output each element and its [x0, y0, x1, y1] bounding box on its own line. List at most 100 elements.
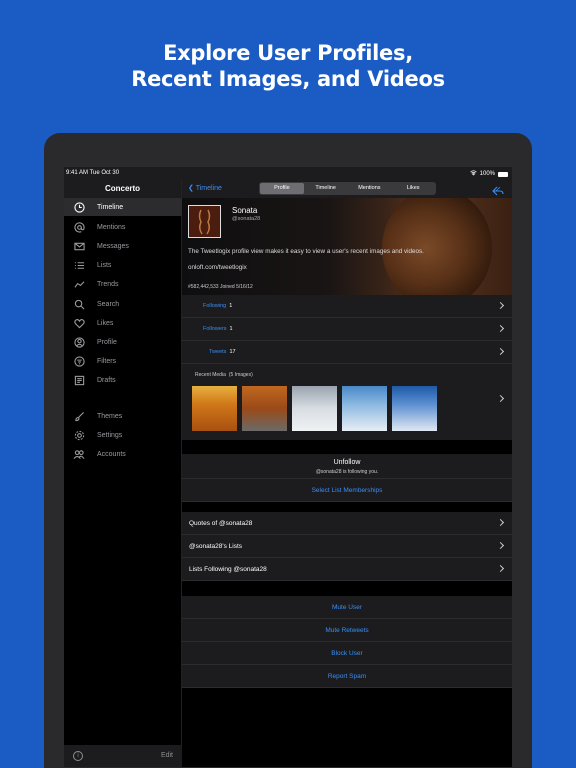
person-icon [73, 336, 85, 348]
clock-icon [73, 201, 85, 213]
sidebar-item-label: Filters [97, 357, 117, 365]
chevron-right-icon [496, 541, 505, 550]
mute-user-label: Mute User [332, 604, 362, 611]
tweets-row[interactable]: Tweets 17 [182, 341, 512, 364]
media-thumbnail[interactable] [342, 386, 387, 431]
sidebar-item-settings[interactable]: Settings [64, 426, 182, 444]
chevron-right-icon [496, 564, 505, 573]
sidebar-item-label: Trends [97, 280, 119, 288]
sidebar-item-likes[interactable]: Likes [64, 314, 182, 332]
segment-likes[interactable]: Likes [391, 183, 435, 194]
edit-button[interactable]: Edit [161, 752, 173, 759]
recent-media-title: Recent Media [195, 372, 226, 378]
at-icon [73, 221, 85, 233]
chevron-right-icon [496, 518, 505, 527]
headline-line-2: Recent Images, and Videos [131, 67, 445, 91]
sidebar-item-trends[interactable]: Trends [64, 275, 182, 293]
drafts-icon [73, 374, 85, 386]
select-list-memberships-button[interactable]: Select List Memberships [182, 479, 512, 502]
media-thumbnail[interactable] [242, 386, 287, 431]
chevron-left-icon: ❮ [188, 185, 194, 192]
sidebar-item-mentions[interactable]: Mentions [64, 218, 182, 236]
report-spam-button[interactable]: Report Spam [182, 665, 512, 688]
stat-label: Followers [203, 326, 227, 332]
profile-name: Sonata [232, 206, 258, 215]
row-label: Quotes of @sonata28 [189, 520, 253, 527]
following-row[interactable]: Following 1 [182, 295, 512, 318]
segment-mentions[interactable]: Mentions [348, 183, 392, 194]
block-user-button[interactable]: Block User [182, 642, 512, 665]
sidebar-item-label: Themes [97, 412, 123, 420]
stat-label: Following [203, 303, 227, 309]
segment-profile[interactable]: Profile [260, 183, 304, 194]
segment-timeline[interactable]: Timeline [304, 183, 348, 194]
block-user-label: Block User [331, 650, 363, 657]
sidebar-item-label: Accounts [97, 450, 126, 458]
profile-view: ❮ Timeline Profile Timeline Mentions Lik… [182, 179, 512, 767]
unfollow-label: Unfollow [333, 459, 361, 466]
accounts-icon [73, 448, 85, 460]
lists-section: Quotes of @sonata28 @sonata28's Lists Li… [182, 512, 512, 581]
sidebar-item-accounts[interactable]: Accounts [64, 445, 182, 463]
lists-following-row[interactable]: Lists Following @sonata28 [182, 558, 512, 581]
sidebar-item-label: Settings [97, 431, 123, 439]
search-icon [73, 298, 85, 310]
sidebar-item-label: Lists [97, 261, 112, 269]
battery-icon [498, 171, 508, 177]
sidebar-item-label: Mentions [97, 223, 126, 231]
chevron-right-icon [496, 394, 505, 403]
mute-retweets-label: Mute Retweets [325, 627, 369, 634]
profile-link[interactable]: onloft.com/tweetlogix [188, 264, 247, 271]
back-button-label: Timeline [195, 185, 222, 192]
info-icon[interactable]: i [73, 751, 83, 761]
chevron-right-icon [496, 324, 505, 333]
profile-handle: @sonata28 [232, 216, 261, 222]
ipad-frame: 9:41 AM Tue Oct 30 100% Concerto Timelin… [44, 133, 532, 768]
followers-row[interactable]: Followers 1 [182, 318, 512, 341]
quotes-row[interactable]: Quotes of @sonata28 [182, 512, 512, 535]
sidebar-item-label: Likes [97, 319, 114, 327]
sidebar: Concerto Timeline Mentions Messages List… [64, 179, 182, 767]
trend-icon [73, 278, 85, 290]
follows-you-note: @sonata28 is following you. [315, 469, 379, 475]
gear-icon [73, 429, 85, 441]
sidebar-item-drafts[interactable]: Drafts [64, 371, 182, 389]
stat-value: 1 [229, 303, 233, 309]
banner-image [382, 198, 492, 295]
sidebar-item-label: Drafts [97, 376, 116, 384]
back-button[interactable]: ❮ Timeline [188, 184, 222, 192]
status-bar: 9:41 AM Tue Oct 30 100% [64, 167, 512, 179]
sidebar-footer: i Edit [64, 745, 182, 767]
list-icon [73, 259, 85, 271]
heart-icon [73, 317, 85, 329]
unfollow-button[interactable]: Unfollow @sonata28 is following you. [182, 454, 512, 479]
media-thumbnail[interactable] [192, 386, 237, 431]
user-lists-row[interactable]: @sonata28's Lists [182, 535, 512, 558]
mute-user-button[interactable]: Mute User [182, 596, 512, 619]
sidebar-item-label: Profile [97, 338, 117, 346]
media-thumbnail[interactable] [292, 386, 337, 431]
battery-percent: 100% [479, 171, 495, 177]
profile-meta: #582,442,533 Joined 5/16/12 [188, 284, 253, 290]
report-spam-label: Report Spam [327, 673, 367, 680]
mute-retweets-button[interactable]: Mute Retweets [182, 619, 512, 642]
profile-header: Sonata @sonata28 The Tweetlogix profile … [182, 198, 512, 295]
moderation-section: Mute User Mute Retweets Block User Repor… [182, 596, 512, 688]
avatar[interactable] [188, 205, 221, 238]
sidebar-item-profile[interactable]: Profile [64, 333, 182, 351]
recent-media-section[interactable]: Recent Media (5 Images) [182, 364, 512, 440]
status-time: 9:41 AM Tue Oct 30 [66, 170, 120, 176]
sidebar-item-label: Timeline [97, 203, 124, 211]
wifi-icon [469, 170, 477, 178]
chevron-right-icon [496, 347, 505, 356]
sidebar-item-lists[interactable]: Lists [64, 256, 182, 274]
sidebar-item-search[interactable]: Search [64, 295, 182, 313]
sidebar-item-filters[interactable]: Filters [64, 352, 182, 370]
media-thumbnail[interactable] [392, 386, 437, 431]
sidebar-item-timeline[interactable]: Timeline [64, 198, 182, 216]
stat-value: 1 [229, 326, 233, 332]
select-list-memberships-label: Select List Memberships [311, 487, 383, 494]
sidebar-item-messages[interactable]: Messages [64, 237, 182, 255]
sidebar-item-themes[interactable]: Themes [64, 407, 182, 425]
headline: Explore User Profiles, Recent Images, an… [0, 40, 576, 92]
